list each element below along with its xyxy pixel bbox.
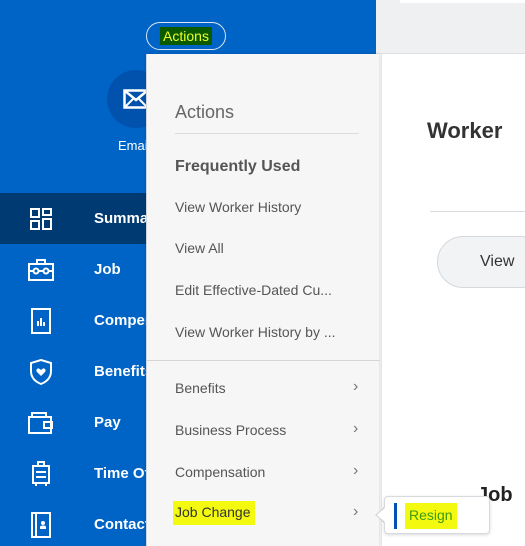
actions-button-label: Actions [160,27,212,45]
wallet-icon [28,410,54,436]
menu-category-benefits[interactable]: Benefits › [147,376,380,404]
category-label: Business Process [175,422,287,438]
chart-document-icon [28,307,54,334]
menu-title: Actions [175,102,235,122]
category-label: Compensation [175,464,266,480]
topbar-tab [400,0,525,3]
flyout-focus-bar [394,503,397,529]
menu-item-view-worker-history-by[interactable]: View Worker History by ... [175,324,336,340]
dashboard-icon [28,206,54,232]
actions-button[interactable]: Actions [146,22,226,50]
menu-item-view-worker-history[interactable]: View Worker History [175,199,301,215]
chevron-right-icon: › [353,378,359,395]
sidebar-item-label: Benefits [94,363,154,380]
menu-category-compensation[interactable]: Compensation › [147,460,380,488]
chevron-right-icon: › [353,462,359,479]
view-button[interactable]: View [437,236,525,288]
menu-divider [175,133,359,134]
page-title: Worker [427,118,503,143]
chevron-right-icon: › [353,420,359,437]
suitcase-icon [28,460,54,487]
menu-category-job-change[interactable]: Job Change › [147,501,380,529]
title-divider [430,211,525,212]
menu-item-view-all[interactable]: View All [175,240,224,256]
page-topbar [376,0,525,54]
chevron-right-icon: › [353,503,359,520]
category-label: Job Change [173,501,255,525]
category-label: Benefits [175,380,226,396]
sidebar-item-label: Job [94,261,121,278]
briefcase-icon [28,257,54,283]
actions-menu: Actions Frequently Used View Worker Hist… [146,54,380,546]
view-button-label: View [480,253,515,270]
flyout-pointer-fill [377,507,386,523]
frequently-used-heading: Frequently Used [175,158,301,175]
sidebar-item-label: Pay [94,414,121,431]
shield-heart-icon [28,358,54,385]
menu-category-business-process[interactable]: Business Process › [147,418,380,446]
contact-book-icon [28,511,54,538]
submenu-item-resign[interactable]: Resign [405,503,457,529]
job-change-submenu: Resign [384,496,490,534]
sidebar-item-label: Contact [94,516,150,533]
menu-separator [147,360,380,361]
menu-item-edit-effective-dated[interactable]: Edit Effective-Dated Cu... [175,282,332,298]
